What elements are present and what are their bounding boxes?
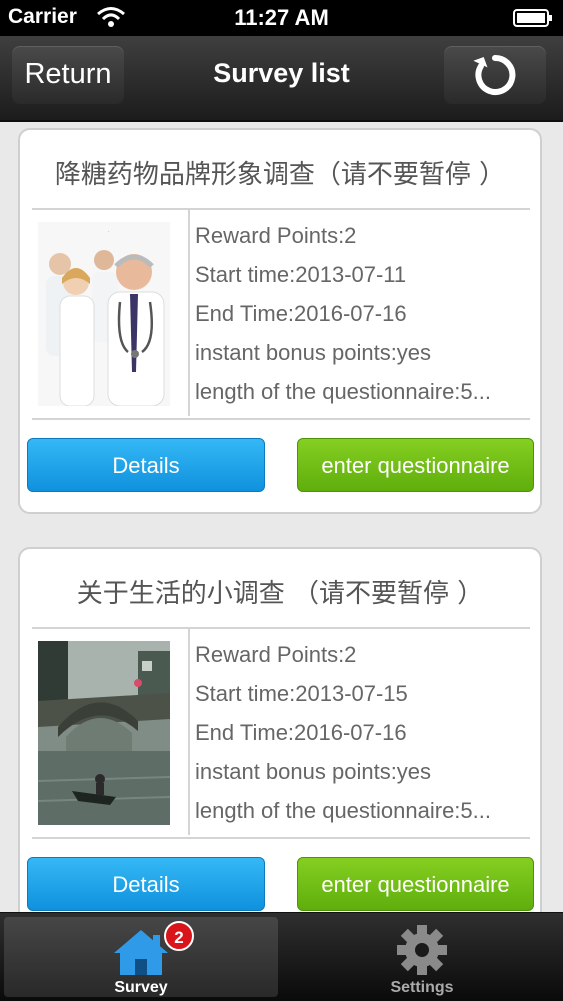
end-time: End Time:2016-07-16 [195, 720, 407, 745]
clock: 11:27 AM [234, 5, 329, 30]
refresh-icon [473, 54, 516, 95]
end-time: End Time:2016-07-16 [195, 301, 407, 326]
home-icon [114, 930, 168, 975]
tab-survey[interactable]: 2 Survey [4, 917, 278, 997]
tab-settings[interactable]: Settings [285, 917, 559, 997]
enter-questionnaire-button[interactable]: enter questionnaire [297, 438, 534, 492]
instant-bonus: instant bonus points:yes [195, 340, 432, 365]
gear-icon [397, 925, 447, 975]
reward-points: Reward Points:2 [195, 642, 357, 667]
survey-info: Reward Points:2 Start time:2013-07-11 En… [195, 216, 535, 411]
divider [32, 837, 530, 839]
tab-settings-label: Settings [390, 979, 454, 996]
thumbnail-frame: . [32, 210, 190, 416]
refresh-button[interactable] [444, 46, 546, 104]
start-time: Start time:2013-07-11 [195, 262, 407, 287]
survey-title: 关于生活的小调查 （请不要暂停 ） [76, 579, 484, 609]
nav-bar: Return Survey list [0, 36, 563, 122]
status-bar: Carrier 11:27 AM [0, 0, 563, 36]
survey-info: Reward Points:2 Start time:2013-07-15 En… [195, 635, 535, 830]
survey-thumbnail-doctors: . [38, 222, 170, 406]
instant-bonus: instant bonus points:yes [195, 759, 432, 784]
battery-icon [513, 9, 552, 27]
questionnaire-length: length of the questionnaire:5... [195, 798, 491, 823]
tab-survey-label: Survey [114, 979, 168, 996]
thumbnail-frame [32, 629, 190, 835]
reward-points: Reward Points:2 [195, 223, 357, 248]
tab-bar: 2 Survey Settings [0, 912, 563, 1001]
details-button[interactable]: Details [27, 857, 265, 911]
notification-badge: 2 [164, 921, 194, 951]
survey-title: 降糖药物品牌形象调查（请不要暂停 ） [54, 160, 506, 190]
details-button[interactable]: Details [27, 438, 265, 492]
divider [32, 418, 530, 420]
start-time: Start time:2013-07-15 [195, 681, 408, 706]
questionnaire-length: length of the questionnaire:5... [195, 379, 491, 404]
enter-questionnaire-button[interactable]: enter questionnaire [297, 857, 534, 911]
survey-card: 关于生活的小调查 （请不要暂停 ） Reward Points:2 Start … [18, 547, 542, 933]
survey-card: 降糖药物品牌形象调查（请不要暂停 ） . Reward Points:2 Sta… [18, 128, 542, 514]
survey-thumbnail-canal [38, 641, 170, 825]
